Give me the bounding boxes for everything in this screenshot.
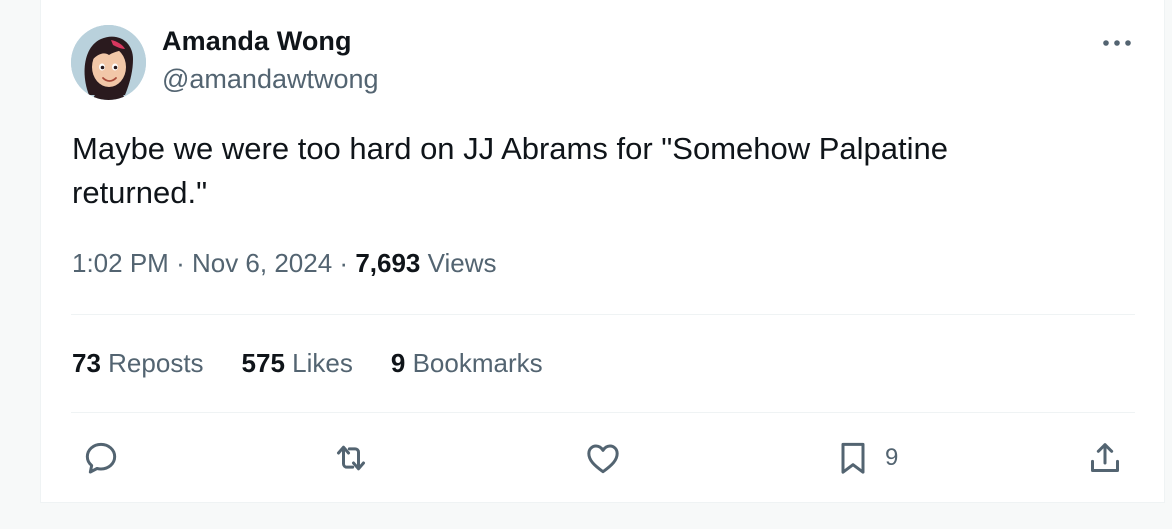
tweet-time[interactable]: 1:02 PM — [72, 248, 169, 278]
likes-count: 575 — [241, 348, 285, 378]
avatar-illustration — [71, 25, 146, 100]
bookmark-action-count: 9 — [885, 444, 899, 471]
likes-label: Likes — [292, 348, 353, 378]
share-button[interactable] — [1085, 436, 1125, 480]
bookmark-icon — [841, 442, 865, 474]
tweet-meta: 1:02 PM · Nov 6, 2024 · 7,693 Views — [72, 248, 497, 279]
tweet-card: Amanda Wong @amandawtwong Maybe we were … — [40, 0, 1165, 503]
reposts-stat[interactable]: 73 Reposts — [72, 348, 204, 379]
tweet-date[interactable]: Nov 6, 2024 — [192, 248, 332, 278]
avatar[interactable] — [71, 25, 146, 100]
heart-icon — [587, 444, 619, 474]
share-icon — [1091, 443, 1119, 472]
views-count: 7,693 — [355, 248, 421, 278]
user-handle[interactable]: @amandawtwong — [162, 64, 379, 95]
tweet-text: Maybe we were too hard on JJ Abrams for … — [72, 131, 957, 210]
reply-icon — [85, 442, 117, 474]
display-name[interactable]: Amanda Wong — [162, 26, 352, 57]
like-button[interactable] — [583, 436, 623, 480]
meta-separator: · — [176, 248, 185, 278]
bookmarks-count: 9 — [390, 348, 406, 378]
engagement-stats: 73 Reposts 575 Likes 9 Bookmarks — [72, 348, 581, 379]
bookmarks-stat[interactable]: 9 Bookmarks — [391, 348, 543, 379]
reply-button[interactable] — [81, 436, 121, 480]
bookmarks-label: Bookmarks — [412, 348, 543, 378]
meta-separator: · — [339, 248, 349, 278]
more-options-button[interactable] — [1097, 26, 1137, 60]
likes-stat[interactable]: 575 Likes — [242, 348, 353, 379]
divider — [71, 412, 1135, 413]
repost-button[interactable] — [331, 436, 371, 480]
more-horizontal-icon — [1103, 40, 1131, 46]
repost-icon — [337, 445, 365, 471]
reposts-count: 73 — [72, 348, 101, 378]
divider — [71, 314, 1135, 315]
views-label: Views — [427, 248, 497, 278]
bookmark-button[interactable]: 9 — [833, 436, 898, 480]
reposts-label: Reposts — [108, 348, 204, 378]
